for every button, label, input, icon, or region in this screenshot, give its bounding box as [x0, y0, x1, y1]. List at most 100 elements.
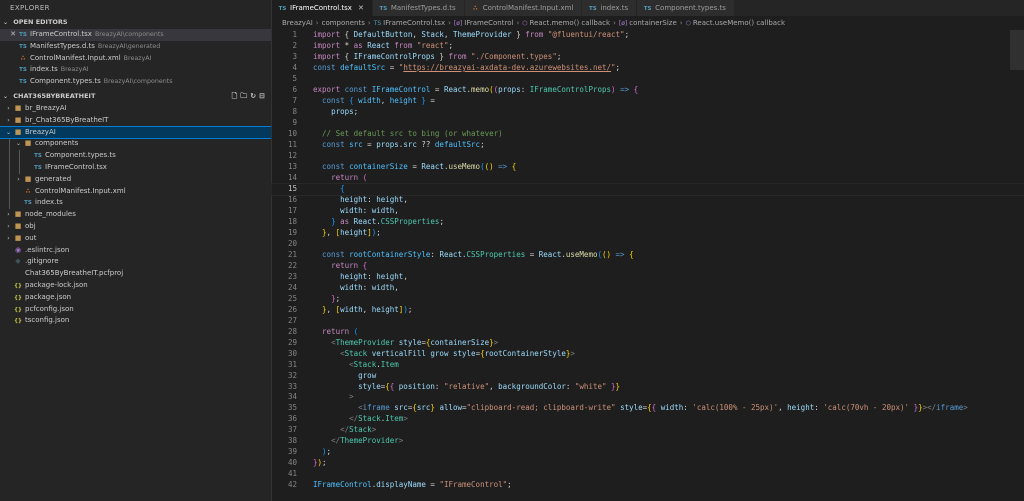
code-line[interactable]: 14 return ( [272, 173, 1024, 184]
breadcrumb-item[interactable]: ⬡ React.useMemo() callback [686, 19, 785, 27]
code-line[interactable]: 16 height: height, [272, 195, 1024, 206]
editor-tab[interactable]: TS ManifestTypes.d.ts [372, 0, 465, 16]
tree-item[interactable]: ∴ ControlManifest.Input.xml [0, 185, 271, 198]
tree-item[interactable]: › ■ obj [0, 221, 271, 233]
code-line[interactable]: 15 { [271, 182, 1024, 196]
open-editor-item[interactable]: TS Component.types.ts BreazyAI\components [0, 76, 271, 88]
code-editor[interactable]: 1 import { DefaultButton, Stack, ThemePro… [271, 30, 1024, 501]
code-line[interactable]: 5 [272, 74, 1024, 85]
code-line[interactable]: 41 [272, 469, 1024, 480]
code-line[interactable]: 10 // Set default src to bing (or whatev… [272, 129, 1024, 140]
open-editors-header[interactable]: ⌄ OPEN EDITORS [0, 16, 271, 29]
tree-item[interactable]: {} tsconfig.json [0, 315, 271, 327]
breadcrumb-item[interactable]: [ø] IFrameControl [454, 19, 514, 27]
code-line[interactable]: 12 [272, 151, 1024, 162]
tree-item[interactable]: › ■ node_modules [0, 209, 271, 221]
open-editor-item[interactable]: ✕ TS IFrameControl.tsx BreazyAI\components [0, 29, 271, 41]
tree-item[interactable]: › ■ br_Chat365ByBreatheIT [0, 115, 271, 127]
code-text: { [313, 184, 345, 195]
code-line[interactable]: 29 <ThemeProvider style={containerSize}> [272, 338, 1024, 349]
code-line[interactable]: 36 </Stack.Item> [272, 414, 1024, 425]
new-file-icon[interactable]: 🗋 [232, 92, 241, 100]
code-line[interactable]: 18 } as React.CSSProperties; [272, 217, 1024, 228]
code-line[interactable]: 27 [272, 316, 1024, 327]
editor-tab[interactable]: TS index.ts [582, 0, 638, 16]
code-token: ; [480, 139, 485, 149]
code-line[interactable]: 42 IFrameControl.displayName = "IFrameCon… [272, 480, 1024, 491]
tree-item[interactable]: › ■ generated [0, 173, 271, 186]
editor-tab[interactable]: ∴ ControlManifest.Input.xml [464, 0, 583, 16]
breadcrumb-item[interactable]: TS IFrameControl.tsx [374, 19, 445, 27]
code-token: // Set default src to bing (or whatever) [322, 128, 503, 138]
code-line[interactable]: 37 </Stack> [272, 425, 1024, 436]
code-line[interactable]: 1 import { DefaultButton, Stack, ThemePro… [272, 30, 1024, 41]
tree-item[interactable]: ◆ .gitignore [0, 256, 271, 268]
tree-item[interactable]: › ■ out [0, 233, 271, 245]
minimap-slider[interactable] [1010, 30, 1024, 70]
tree-item[interactable]: ⌄ ■ BreazyAI [0, 125, 271, 140]
open-editor-item[interactable]: TS index.ts BreazyAI [0, 64, 271, 76]
tree-item[interactable]: › ■ br_BreazyAI [0, 103, 271, 115]
code-line[interactable]: 9 [272, 118, 1024, 129]
code-token: height [376, 194, 404, 204]
open-editor-item[interactable]: ∴ ControlManifest.Input.xml BreazyAI [0, 53, 271, 65]
editor-tab[interactable]: TS IFrameControl.tsx ✕ [272, 0, 373, 16]
refresh-icon[interactable]: ↻ [250, 92, 259, 100]
code-line[interactable]: 30 <Stack verticalFill grow style={rootC… [272, 349, 1024, 360]
code-token: > [349, 392, 354, 402]
code-line[interactable]: 40}); [272, 458, 1024, 469]
code-line[interactable]: 7 const { width, height } = [272, 96, 1024, 107]
breadcrumb-item[interactable]: BreazyAI [282, 19, 313, 27]
tree-item[interactable]: {} package.json [0, 292, 271, 304]
code-line[interactable]: 38 </ThemeProvider> [272, 436, 1024, 447]
tree-item[interactable]: {} package-lock.json [0, 280, 271, 292]
tree-item[interactable]: Chat365ByBreatheIT.pcfproj [0, 268, 271, 280]
editor-tab[interactable]: TS Component.types.ts [637, 0, 735, 16]
code-line[interactable]: 17 width: width, [272, 206, 1024, 217]
code-line[interactable]: 25 }; [272, 294, 1024, 305]
code-line[interactable]: 31 <Stack.Item [272, 360, 1024, 371]
tree-item[interactable]: TS index.ts [0, 197, 271, 210]
code-line[interactable]: 22 return { [272, 261, 1024, 272]
code-line[interactable]: 2 import * as React from "react"; [272, 41, 1024, 52]
close-icon[interactable]: ✕ [358, 4, 364, 12]
close-icon[interactable]: ✕ [8, 29, 18, 41]
collapse-icon[interactable]: ⊟ [259, 92, 268, 100]
code-line[interactable]: 4 const defaultSrc = "https://breazyai-ax… [272, 63, 1024, 74]
code-line[interactable]: 19 }, [height]); [272, 228, 1024, 239]
code-line[interactable]: 11 const src = props.src ?? defaultSrc; [272, 140, 1024, 151]
code-line[interactable]: 3 import { IFrameControlProps } from "./C… [272, 52, 1024, 63]
code-token: ; [507, 480, 512, 490]
line-number: 37 [287, 425, 297, 435]
code-line[interactable]: 34 > [272, 392, 1024, 403]
code-line[interactable]: 39 ); [272, 447, 1024, 458]
tree-item[interactable]: ◉ .eslintrc.json [0, 245, 271, 257]
code-line[interactable]: 33 style={{ position: "relative", backgr… [272, 382, 1024, 393]
tree-item[interactable]: TS Component.types.ts [0, 150, 271, 162]
code-line[interactable]: 13 const containerSize = React.useMemo((… [272, 162, 1024, 173]
code-line[interactable]: 23 height: height, [272, 272, 1024, 283]
breadcrumb-item[interactable]: [ø] containerSize [619, 19, 677, 27]
code-line[interactable]: 21 const rootContainerStyle: React.CSSPr… [272, 250, 1024, 261]
code-line[interactable]: 20 [272, 239, 1024, 250]
breadcrumb-item[interactable]: ⬡ React.memo() callback [522, 19, 610, 27]
code-line[interactable]: 6 export const IFrameControl = React.memo… [272, 85, 1024, 96]
tree-item[interactable]: {} pcfconfig.json [0, 304, 271, 316]
code-token: , [489, 381, 499, 391]
workspace-header[interactable]: ⌄ CHAT365BYBREATHEIT 🗋🗀↻⊟ [0, 90, 271, 103]
code-line[interactable]: 24 width: width, [272, 283, 1024, 294]
tree-item[interactable]: ⌄ ■ components [0, 138, 271, 151]
code-token: height [340, 194, 368, 204]
new-folder-icon[interactable]: 🗀 [240, 92, 250, 100]
breadcrumb-item[interactable]: components [322, 19, 365, 27]
code-line[interactable]: 32 grow [272, 371, 1024, 382]
code-line[interactable]: 35 <iframe src={src} allow="clipboard-re… [272, 403, 1024, 414]
code-line[interactable]: 28 return ( [272, 327, 1024, 338]
open-editor-item[interactable]: TS ManifestTypes.d.ts BreazyAI\generated [0, 41, 271, 53]
code-line[interactable]: 26 }, [width, height]); [272, 305, 1024, 316]
tree-item[interactable]: TS IFrameControl.tsx [0, 161, 271, 174]
code-line[interactable]: 8 props; [272, 107, 1024, 118]
